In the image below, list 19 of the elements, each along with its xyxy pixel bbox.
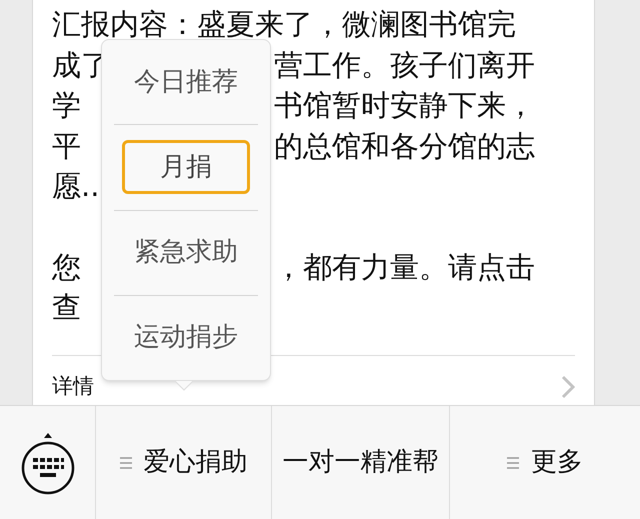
menu-tab[interactable]: 爱心捐助 xyxy=(96,406,272,519)
details-link[interactable]: 详情 xyxy=(52,370,94,402)
menu-item[interactable]: 紧急求助 xyxy=(134,226,238,280)
paragraph-text: ，都有力量。请点击 xyxy=(274,248,535,286)
paragraph-text: 愿.. xyxy=(52,168,100,205)
paragraph-text: 汇报内容：盛夏来了，微澜图书馆完 xyxy=(52,6,516,43)
paragraph-text: 书馆暂时安静下来， xyxy=(274,87,535,124)
paragraph-text: 平 xyxy=(52,128,81,164)
menu-item[interactable]: 运动捐步 xyxy=(134,310,238,365)
paragraph-text: 的总馆和各分馆的志 xyxy=(274,128,535,164)
paragraph-text: 查 xyxy=(52,289,81,326)
paragraph-text: 学 xyxy=(52,87,81,124)
chevron-right-icon xyxy=(561,374,575,398)
menu-item[interactable]: 今日推荐 xyxy=(134,55,238,110)
menu-tab[interactable]: 一对一精准帮 xyxy=(272,406,450,519)
menu-item[interactable]: 月捐 xyxy=(122,140,250,194)
paragraph-text: 营工作。孩子们离开 xyxy=(274,46,535,84)
menu-tab[interactable]: 更多 xyxy=(450,406,640,519)
paragraph-text: 您 xyxy=(52,248,81,286)
